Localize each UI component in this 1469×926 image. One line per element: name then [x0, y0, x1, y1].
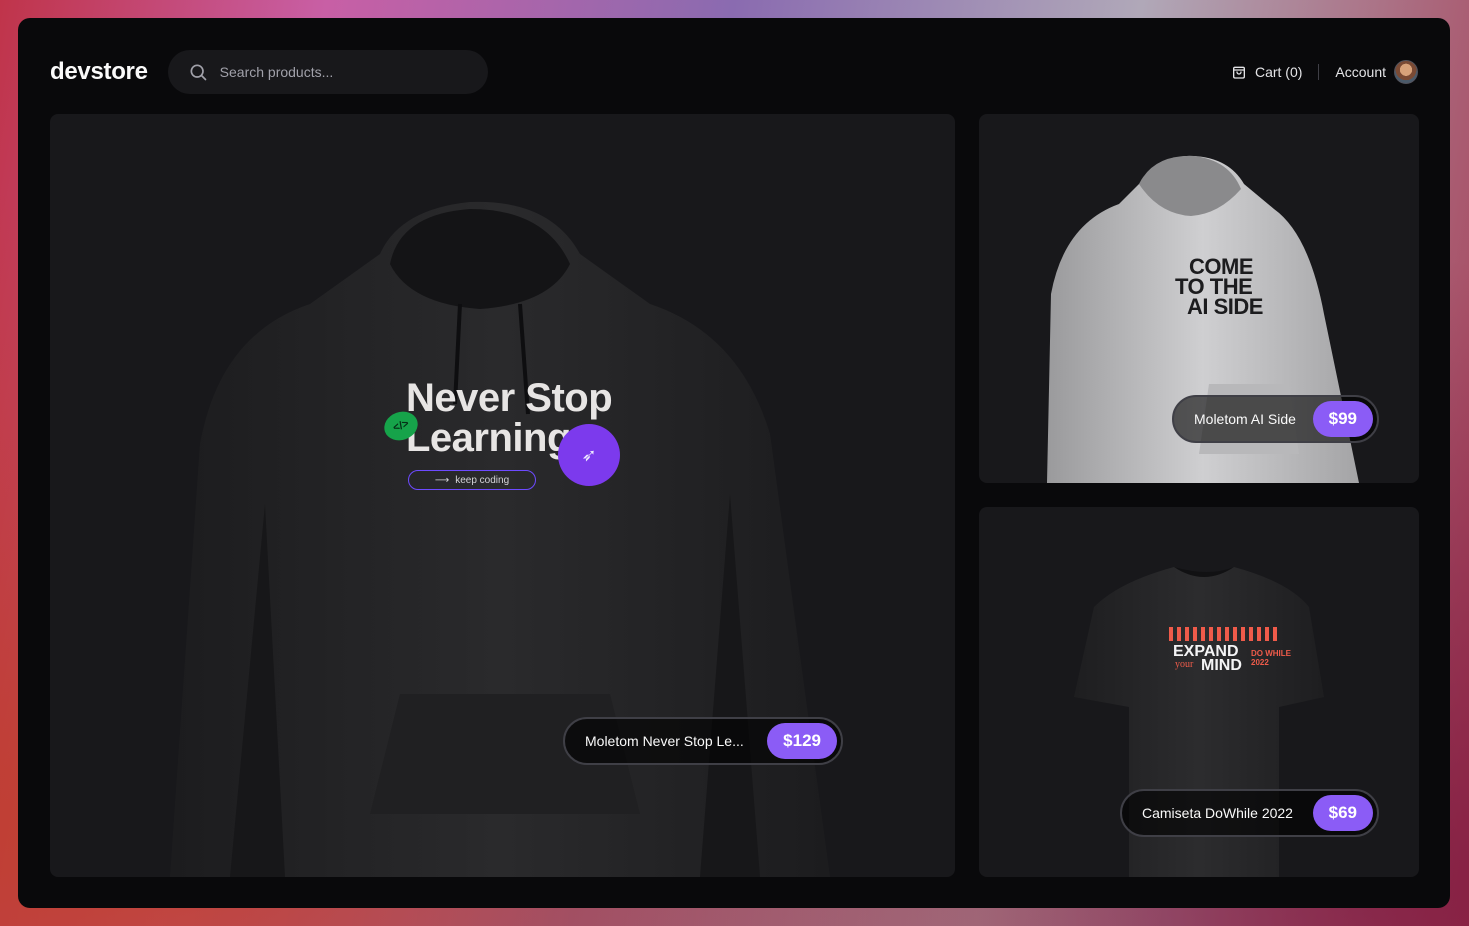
- header-divider: [1318, 64, 1320, 80]
- browser-window: devstore Cart (0) Account: [18, 18, 1450, 908]
- print-ai-side: AI SIDE: [1187, 294, 1263, 319]
- search-bar[interactable]: [167, 50, 488, 94]
- rocket-icon: ➶: [581, 444, 597, 465]
- product-card[interactable]: EXPAND your MIND DO WHILE 2022 Camiseta …: [979, 507, 1419, 877]
- product-name: Moletom AI Side: [1194, 411, 1296, 427]
- print-mind: MIND: [1201, 657, 1242, 674]
- account-button[interactable]: Account: [1335, 60, 1418, 84]
- product-price: $129: [767, 723, 837, 759]
- price-tag[interactable]: Camiseta DoWhile 2022 $69: [1120, 789, 1379, 837]
- print-dowhile: DO WHILE 2022: [1251, 649, 1291, 667]
- product-price: $99: [1312, 401, 1373, 437]
- price-tag[interactable]: Moletom AI Side $99: [1172, 395, 1379, 443]
- shopping-bag-icon: [1232, 66, 1245, 79]
- keep-coding-label: ⟶ keep coding: [408, 470, 536, 490]
- price-tag[interactable]: Moletom Never Stop Le... $129: [563, 717, 843, 765]
- product-price: $69: [1312, 795, 1373, 831]
- search-icon: [190, 64, 206, 81]
- print-line-1: Never Stop: [406, 376, 613, 420]
- header-actions: Cart (0) Account: [1231, 60, 1418, 84]
- search-input[interactable]: [219, 64, 468, 80]
- avatar: [1394, 60, 1418, 84]
- cart-button[interactable]: Cart (0): [1231, 64, 1302, 80]
- account-label: Account: [1335, 64, 1386, 80]
- cart-label: Cart (0): [1254, 64, 1303, 80]
- arrow-right-icon: ⟶: [434, 474, 450, 486]
- print-your: your: [1175, 659, 1194, 670]
- product-card-featured[interactable]: Never Stop Learning </> ⟶ keep coding ➶ …: [50, 114, 955, 877]
- header: devstore Cart (0) Account: [50, 50, 1418, 94]
- logo[interactable]: devstore: [50, 58, 148, 86]
- keep-coding-text: keep coding: [455, 474, 510, 486]
- product-card[interactable]: COME TO THE AI SIDE Moletom AI Side $99: [979, 114, 1419, 483]
- product-name: Camiseta DoWhile 2022: [1142, 805, 1293, 821]
- print-line-2: Learning: [406, 416, 571, 460]
- rocketseat-sticker: ➶: [558, 424, 620, 486]
- product-name: Moletom Never Stop Le...: [585, 733, 744, 749]
